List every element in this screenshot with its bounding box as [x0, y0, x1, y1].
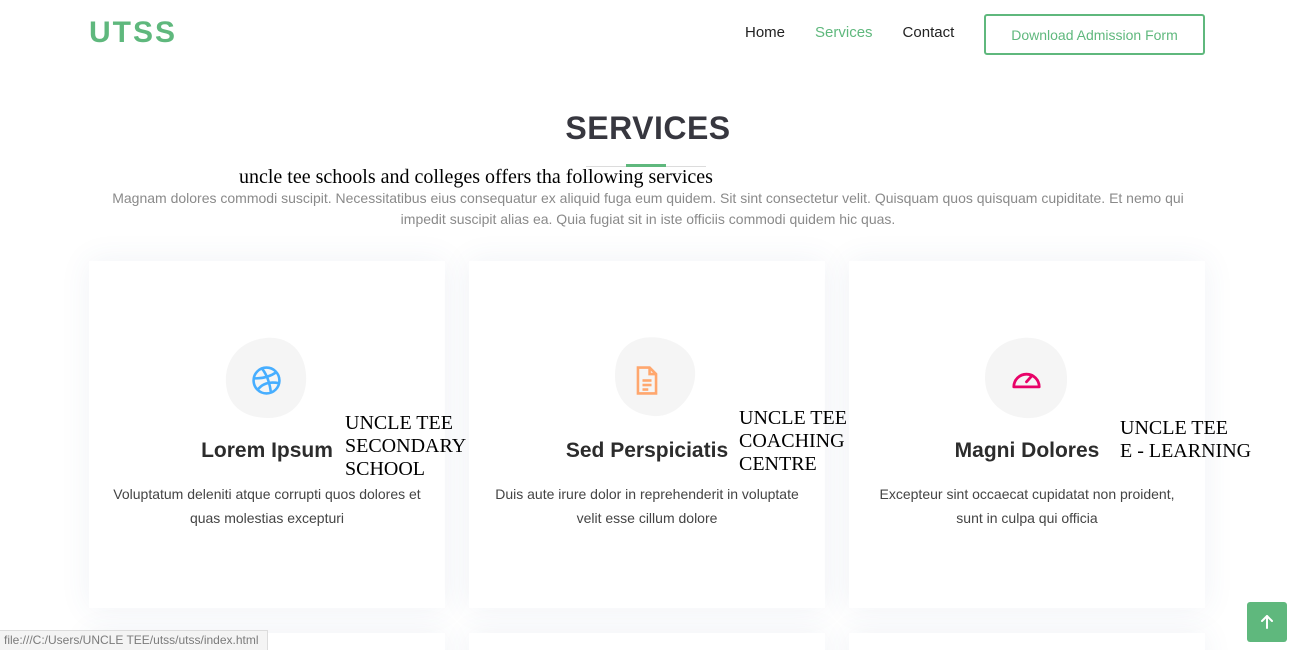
- card-text: Excepteur sint occaecat cupidatat non pr…: [879, 486, 1175, 526]
- nav-contact[interactable]: Contact: [903, 24, 955, 41]
- back-to-top-button[interactable]: [1247, 602, 1287, 642]
- site-logo[interactable]: UTSS: [89, 16, 177, 50]
- card-text: Duis aute irure dolor in reprehenderit i…: [495, 486, 799, 526]
- overlay-label-e-learning: UNCLE TEE E - LEARNING: [1120, 417, 1252, 462]
- overlay-label-secondary-school: UNCLE TEE SECONDARY SCHOOL: [345, 412, 467, 480]
- dribbble-icon: [252, 366, 281, 395]
- section-title: SERVICES: [565, 110, 731, 146]
- section-description: Magnam dolores commodi suscipit. Necessi…: [112, 190, 1184, 227]
- speedometer-icon: [1012, 372, 1041, 389]
- nav-home[interactable]: Home: [745, 24, 785, 41]
- overlay-subtitle: uncle tee schools and colleges offers th…: [239, 166, 713, 188]
- card-text: Voluptatum deleniti atque corrupti quos …: [113, 486, 421, 526]
- arrow-up-icon: [1261, 615, 1273, 629]
- overlay-label-coaching-centre: UNCLE TEE COACHING CENTRE: [739, 407, 847, 475]
- file-text-icon: [636, 366, 658, 395]
- download-admission-form-button[interactable]: Download Admission Form: [984, 14, 1205, 55]
- service-card-6[interactable]: [849, 633, 1205, 650]
- nav-services[interactable]: Services: [815, 24, 873, 41]
- service-card-5[interactable]: [469, 633, 825, 650]
- main-nav: Home Services Contact: [745, 24, 954, 41]
- browser-status-bar: file:///C:/Users/UNCLE TEE/utss/utss/ind…: [0, 630, 268, 650]
